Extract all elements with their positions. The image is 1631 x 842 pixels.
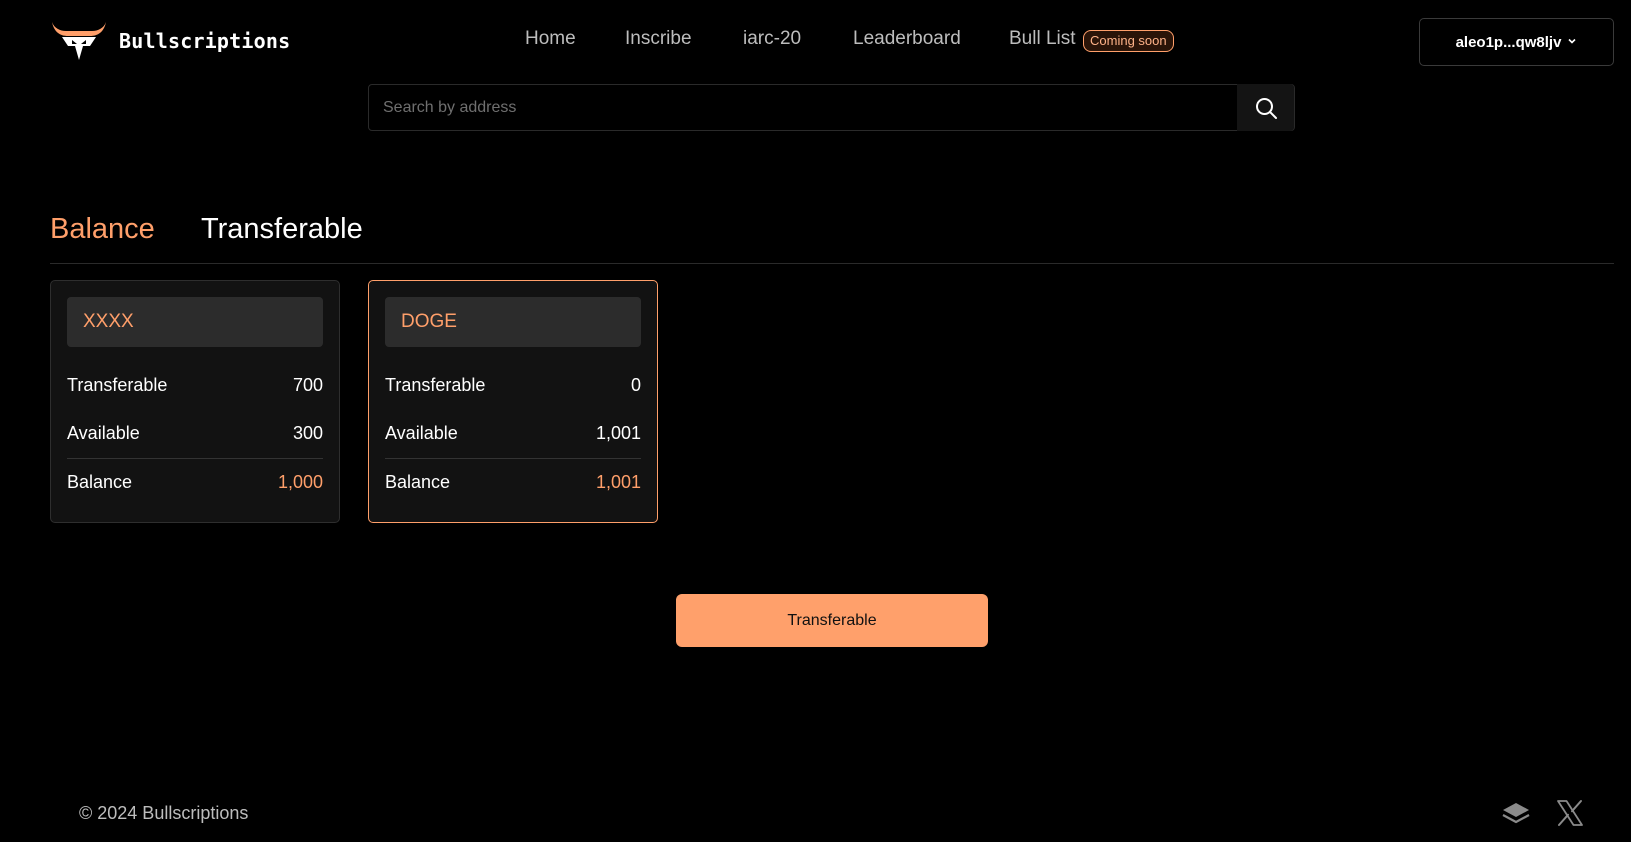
row-value: 1,001 [595, 422, 641, 443]
row-value: 1,000 [277, 471, 323, 492]
nav-bull-list[interactable]: Bull List [1009, 28, 1076, 50]
nav-inscribe[interactable]: Inscribe [625, 28, 692, 50]
footer-copyright: © 2024 Bullscriptions [79, 803, 249, 823]
search-input[interactable] [369, 85, 1239, 130]
search-icon [1255, 97, 1277, 119]
x-twitter-icon[interactable] [1555, 798, 1587, 830]
row-available: Available 1,001 [385, 420, 641, 446]
chevron-down-icon [1567, 36, 1577, 49]
row-value: 1,001 [595, 471, 641, 492]
row-label: Balance [67, 471, 133, 492]
row-available: Available 300 [67, 420, 323, 446]
row-transferable: Transferable 0 [385, 372, 641, 398]
transferable-button[interactable]: Transferable [676, 594, 988, 647]
row-value: 300 [292, 422, 323, 443]
row-label: Available [385, 422, 458, 443]
row-balance: Balance 1,001 [385, 469, 641, 495]
nav-iarc-20[interactable]: iarc-20 [743, 28, 801, 50]
main-nav: Home Inscribe iarc-20 Leaderboard Bull L… [0, 26, 1631, 56]
token-ticker: XXXX [67, 297, 323, 347]
wallet-address: aleo1p...qw8ljv [1455, 33, 1562, 51]
row-label: Transferable [385, 374, 486, 395]
nav-home[interactable]: Home [525, 28, 576, 50]
row-transferable: Transferable 700 [67, 372, 323, 398]
layers-icon[interactable] [1500, 798, 1532, 830]
token-card-doge[interactable]: DOGE Transferable 0 Available 1,001 Bala… [368, 280, 658, 523]
row-label: Transferable [67, 374, 168, 395]
address-search [368, 84, 1295, 131]
card-divider [67, 458, 323, 459]
row-label: Available [67, 422, 140, 443]
row-value: 0 [630, 374, 641, 395]
row-value: 700 [292, 374, 323, 395]
nav-leaderboard[interactable]: Leaderboard [853, 28, 961, 50]
row-label: Balance [385, 471, 451, 492]
token-ticker: DOGE [385, 297, 641, 347]
token-card-xxxx[interactable]: XXXX Transferable 700 Available 300 Bala… [50, 280, 340, 523]
tab-balance[interactable]: Balance [50, 213, 155, 246]
tab-transferable[interactable]: Transferable [201, 213, 363, 246]
row-balance: Balance 1,000 [67, 469, 323, 495]
card-divider [385, 458, 641, 459]
wallet-button[interactable]: aleo1p...qw8ljv [1419, 18, 1614, 66]
search-button[interactable] [1237, 84, 1294, 131]
tabs-divider [50, 263, 1614, 264]
coming-soon-badge: Coming soon [1083, 30, 1174, 52]
